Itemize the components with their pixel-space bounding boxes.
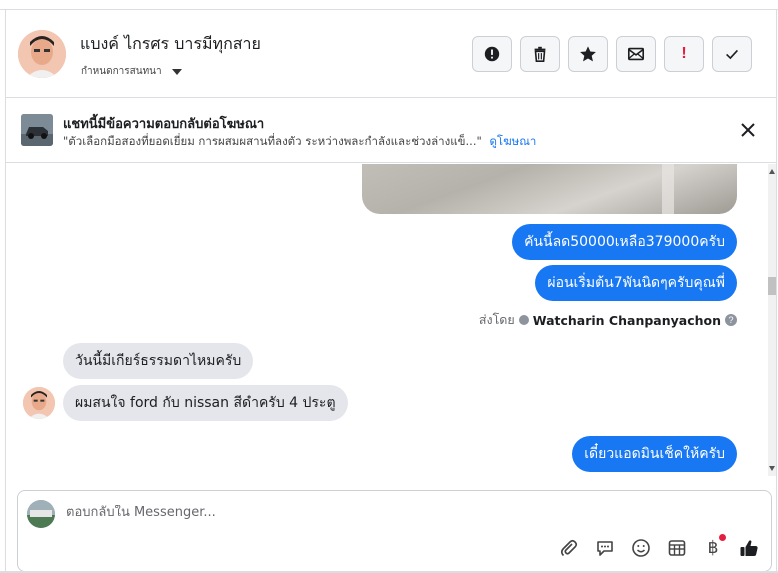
thumbs-up-icon [740, 540, 758, 556]
flag-follow-up-button[interactable]: ! [664, 36, 704, 72]
scroll-thumb[interactable] [768, 277, 776, 295]
assign-label: กำหนดการสนทนา [81, 66, 162, 77]
reply-input[interactable] [66, 505, 666, 520]
page-avatar [27, 500, 55, 528]
ad-reply-banner: แชทนี้มีข้อความตอบกลับต่อโฆษณา "ตัวเลือก… [6, 99, 776, 163]
assign-conversation-dropdown[interactable]: กำหนดการสนทนา [81, 64, 182, 79]
contact-name[interactable]: แบงค์ ไกรศร บารมีทุกสาย [80, 32, 261, 57]
outgoing-message[interactable]: เดี๋ยวแอดมินเช็คให้ครับ [572, 436, 737, 472]
alert-icon [484, 46, 500, 62]
attach-button[interactable] [558, 537, 580, 559]
star-button[interactable] [568, 36, 608, 72]
image-attachment[interactable] [362, 164, 737, 214]
message-thread[interactable]: คันนี้ลด50000เหลือ379000ครับ ผ่อนเริ่มต้… [6, 164, 768, 476]
conversation-header: แบงค์ ไกรศร บารมีทุกสาย กำหนดการสนทนา ! [6, 10, 776, 98]
star-icon [580, 46, 596, 62]
emoji-button[interactable] [630, 537, 652, 559]
help-icon[interactable]: ? [725, 314, 737, 326]
agent-icon [518, 315, 529, 325]
ad-banner-title: แชทนี้มีข้อความตอบกลับต่อโฆษณา [63, 117, 265, 132]
delete-button[interactable] [520, 36, 560, 72]
table-icon [668, 540, 686, 556]
saved-replies-button[interactable] [594, 537, 616, 559]
scroll-down-arrow-icon[interactable] [769, 466, 775, 471]
image-detail [662, 164, 674, 214]
view-ad-link[interactable]: ดูโฆษณา [489, 134, 536, 148]
incoming-message[interactable]: วันนี้มีเกียร์ธรรมดาไหมครับ [63, 343, 254, 379]
sent-by-agent: Watcharin Chanpanyachon [532, 312, 721, 328]
sent-by-prefix: ส่งโดย [478, 312, 515, 327]
ad-banner-description: "ตัวเลือกมือสองที่ยอดเยี่ยม การผสมผสานที… [63, 133, 536, 151]
envelope-icon [627, 47, 645, 61]
contact-avatar[interactable] [18, 30, 66, 78]
exclamation-icon: ! [681, 45, 687, 62]
trash-icon [534, 46, 546, 63]
like-button[interactable] [738, 537, 760, 559]
ad-thumbnail[interactable] [21, 114, 53, 146]
right-border [776, 9, 777, 573]
ad-description-text: "ตัวเลือกมือสองที่ยอดเยี่ยม การผสมผสานที… [63, 134, 482, 148]
emoji-icon [632, 539, 650, 557]
chat-bubble-icon [597, 541, 613, 556]
contact-avatar-small[interactable] [23, 387, 55, 419]
mark-spam-button[interactable] [472, 36, 512, 72]
baht-icon: ฿ [707, 538, 719, 558]
outgoing-message[interactable]: ผ่อนเริ่มต้น7พันนิดๆครับคุณพี่ [535, 265, 737, 301]
scrollbar[interactable] [768, 164, 776, 476]
payment-button[interactable]: ฿ [702, 534, 726, 559]
mark-done-button[interactable] [712, 36, 752, 72]
appointment-button[interactable] [666, 537, 688, 559]
composer-tools: ฿ [558, 534, 760, 559]
outgoing-message[interactable]: คันนี้ลด50000เหลือ379000ครับ [512, 224, 737, 260]
mark-unread-button[interactable] [616, 36, 656, 72]
close-icon[interactable] [739, 121, 757, 139]
check-icon [726, 49, 738, 60]
incoming-message[interactable]: ผมสนใจ ford กับ nissan สีดำครับ 4 ประตู [63, 385, 348, 421]
notification-dot [719, 534, 726, 541]
reply-composer: ฿ [17, 490, 772, 572]
caret-down-icon [171, 68, 182, 75]
paperclip-icon [560, 539, 578, 557]
header-actions: ! [472, 36, 752, 72]
sent-by-label: ส่งโดย Watcharin Chanpanyachon ? [479, 310, 737, 330]
scroll-up-arrow-icon[interactable] [769, 169, 775, 174]
